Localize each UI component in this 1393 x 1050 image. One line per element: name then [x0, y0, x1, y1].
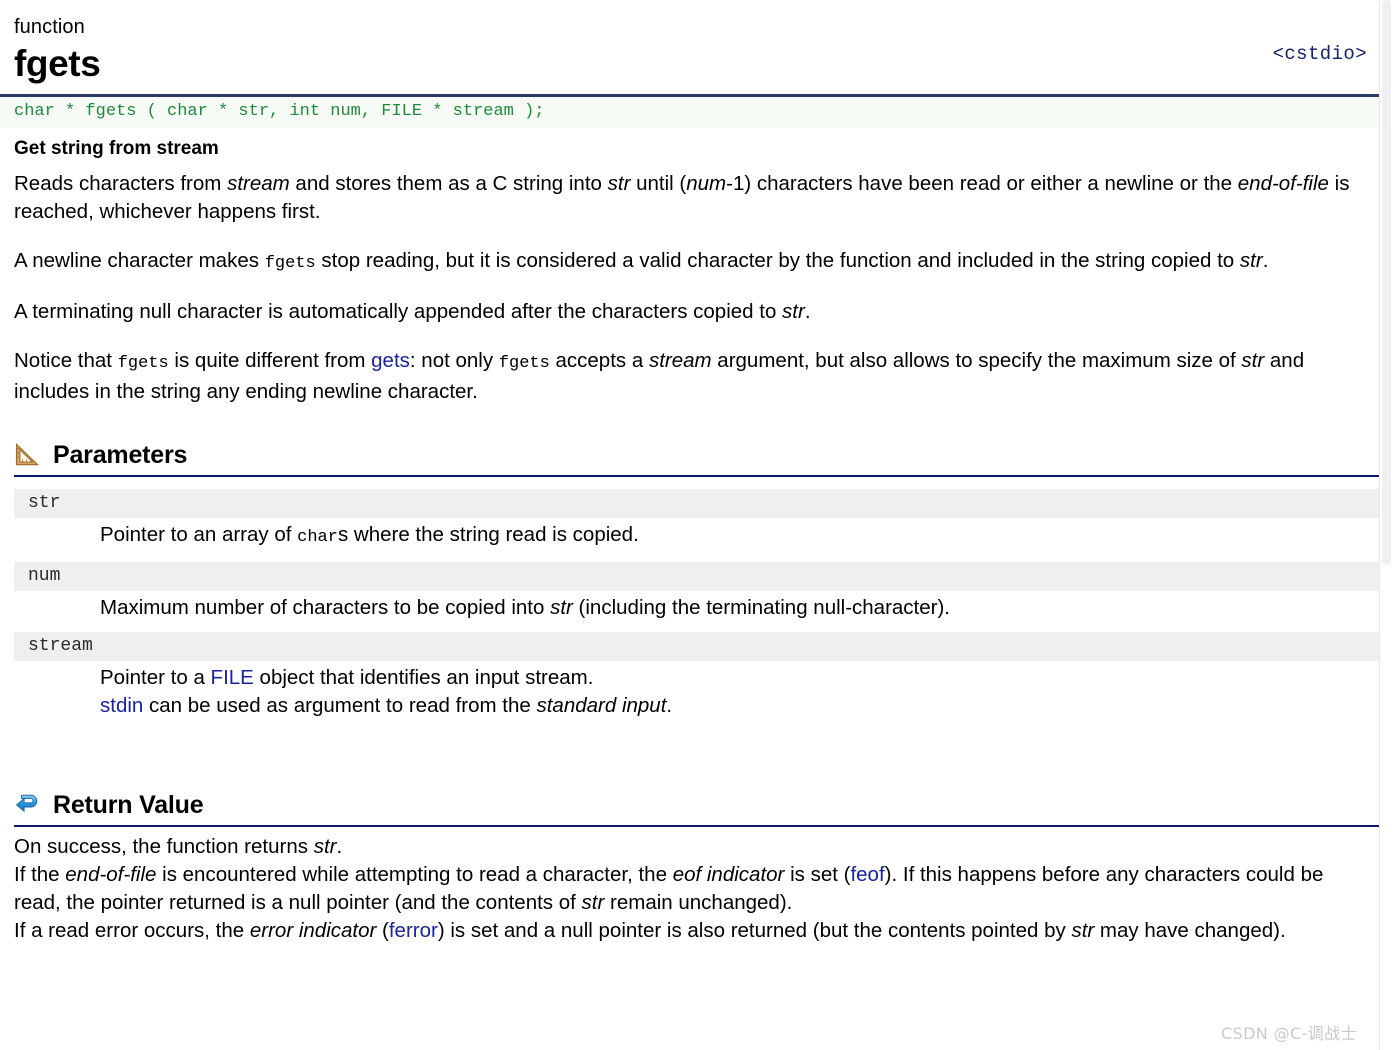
text-run: s where the string read is copied. [337, 522, 639, 546]
link-gets[interactable]: gets [371, 349, 410, 372]
text-run: can be used as argument to read from the [143, 693, 537, 717]
include-header-label: <cstdio> [1272, 43, 1367, 65]
code-fgets: fgets [264, 253, 316, 273]
csdn-watermark: CSDN @C-调战士 [1220, 1024, 1357, 1043]
emphasis-num: num [686, 172, 727, 195]
emphasis-str: str [607, 172, 631, 195]
parameter-name: str [14, 488, 1379, 518]
page-header: function fgets <cstdio> [0, 0, 1379, 86]
vertical-scrollbar[interactable] [1379, 0, 1393, 1050]
emphasis-str: str [782, 300, 805, 323]
text-run: If the [14, 862, 66, 886]
description-paragraph-3: A terminating null character is automati… [0, 298, 1379, 326]
text-run: is set ( [784, 862, 851, 886]
function-signature: char * fgets ( char * str, int num, FILE… [14, 102, 545, 121]
parameter-entry-stream: stream Pointer to a FILE object that ide… [14, 631, 1379, 730]
reference-page: function fgets <cstdio> char * fgets ( c… [0, 0, 1380, 1050]
link-ferror[interactable]: ferror [389, 919, 438, 942]
text-run: is quite different from [168, 348, 372, 372]
text-run: ( [376, 918, 389, 942]
parameter-entry-str: str Pointer to an array of chars where t… [14, 488, 1379, 562]
parameter-name: num [14, 561, 1379, 591]
parameter-description: Pointer to an array of chars where the s… [14, 518, 1379, 562]
text-run: object that identifies an input stream. [253, 665, 594, 689]
parameter-entry-num: num Maximum number of characters to be c… [14, 561, 1379, 632]
emphasis-str: str [581, 890, 605, 914]
parameter-description: Pointer to a FILE object that identifies… [14, 661, 1379, 730]
emphasis-eof-indicator: eof indicator [672, 862, 785, 886]
entity-kind-label: function [14, 16, 85, 38]
return-value-body: On success, the function returns str. If… [14, 827, 1379, 945]
parameter-name: stream [14, 631, 1379, 661]
brief-description: Get string from stream [14, 138, 219, 159]
text-run: Pointer to an array of [100, 522, 298, 546]
text-run: . [804, 300, 811, 323]
text-run: . [666, 693, 673, 717]
emphasis-end-of-file: end-of-file [1237, 172, 1329, 195]
emphasis-standard-input: standard input [536, 693, 667, 717]
link-file[interactable]: FILE [211, 666, 254, 689]
signature-block: char * fgets ( char * str, int num, FILE… [0, 94, 1379, 128]
description-paragraph-1: Reads characters from stream and stores … [0, 170, 1379, 226]
text-run: Notice that [14, 348, 118, 372]
text-run: argument, but also allows to specify the… [711, 348, 1242, 372]
link-stdin[interactable]: stdin [100, 694, 143, 717]
text-run: (including the terminating null-characte… [572, 595, 951, 619]
return-arrow-icon [16, 794, 38, 812]
parameters-section: Parameters str Pointer to an array of ch… [0, 440, 1379, 730]
emphasis-end-of-file: end-of-file [65, 862, 157, 886]
link-feof[interactable]: feof [850, 863, 884, 886]
text-run: until ( [630, 172, 687, 195]
description-paragraph-4: Notice that fgets is quite different fro… [0, 347, 1379, 406]
text-run: -1) characters have been read or either … [726, 172, 1238, 195]
code-fgets: fgets [498, 353, 550, 373]
text-run: and stores them as a C string into [289, 172, 608, 195]
section-title: Parameters [53, 440, 188, 469]
parameter-description: Maximum number of characters to be copie… [14, 591, 1379, 632]
text-run: On success, the function returns [14, 834, 314, 858]
emphasis-str: str [1241, 348, 1265, 372]
emphasis-str: str [313, 834, 337, 858]
description-paragraph-2: A newline character makes fgets stop rea… [0, 247, 1379, 278]
parameters-list: str Pointer to an array of chars where t… [14, 488, 1379, 730]
page-title: fgets [14, 43, 101, 84]
code-char: char [297, 527, 338, 547]
text-run: may have changed). [1094, 918, 1286, 942]
return-value-section: Return Value On success, the function re… [0, 790, 1379, 945]
text-run: A newline character makes [14, 248, 265, 272]
return-value-heading: Return Value [14, 790, 1379, 827]
emphasis-stream: stream [227, 172, 290, 195]
triangle-ruler-icon [15, 442, 40, 466]
scrollbar-thumb[interactable] [1382, 0, 1391, 565]
parameters-heading: Parameters [14, 440, 1379, 477]
text-run: If a read error occurs, the [14, 918, 250, 942]
code-fgets: fgets [117, 353, 169, 373]
text-run: A terminating null character is automati… [14, 300, 783, 323]
text-run: Reads characters from [14, 172, 228, 195]
emphasis-str: str [550, 595, 573, 619]
text-run: ) is set and a null pointer is also retu… [437, 918, 1072, 942]
section-title: Return Value [53, 790, 204, 819]
text-run: remain unchanged). [604, 890, 793, 914]
text-run: accepts a [549, 348, 649, 372]
emphasis-stream: stream [648, 348, 712, 372]
emphasis-str: str [1239, 248, 1263, 272]
text-run: Pointer to a [100, 665, 211, 689]
text-run: : not only [409, 348, 499, 372]
text-run: . [1262, 248, 1269, 272]
text-run: is encountered while attempting to read … [156, 862, 673, 886]
text-run: stop reading, but it is considered a val… [315, 248, 1240, 272]
emphasis-str: str [1071, 918, 1095, 942]
text-run: . [336, 834, 343, 858]
text-run: Maximum number of characters to be copie… [100, 595, 551, 619]
emphasis-error-indicator: error indicator [249, 918, 377, 942]
